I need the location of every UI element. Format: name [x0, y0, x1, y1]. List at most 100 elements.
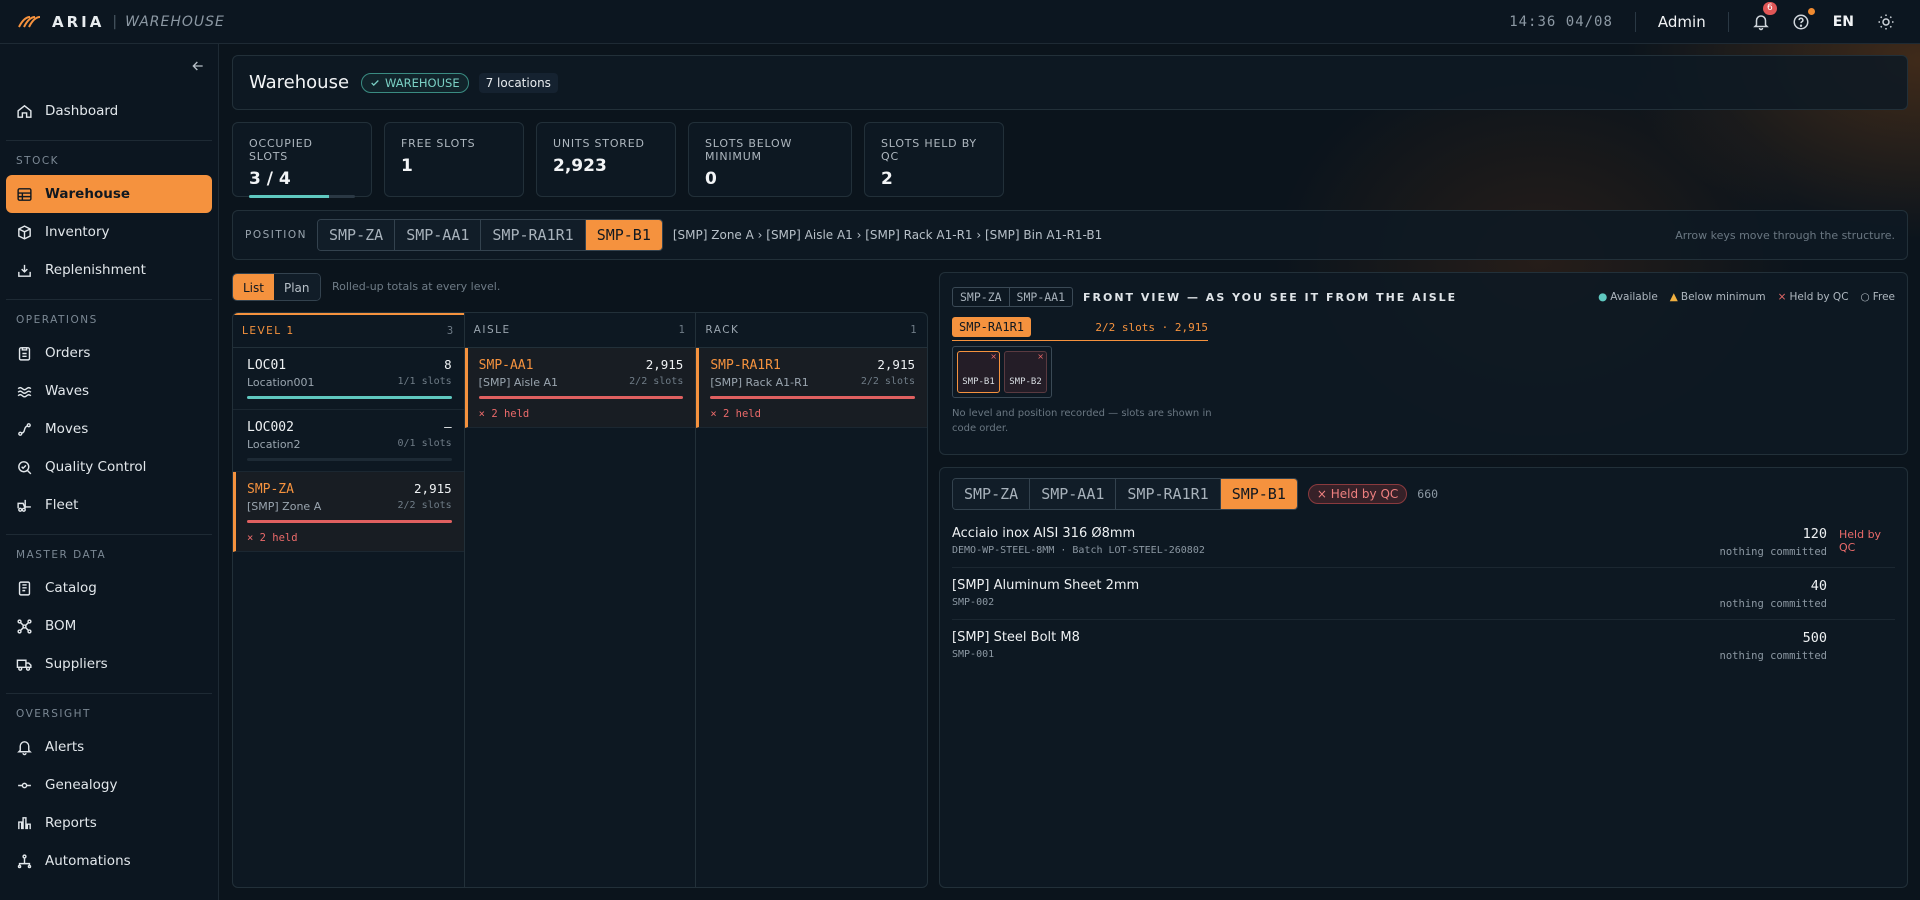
bin-path: SMP-ZA SMP-AA1 SMP-RA1R1 SMP-B1 [952, 478, 1298, 510]
notifications-button[interactable]: 6 [1751, 1, 1777, 32]
stock-item-row[interactable]: [SMP] Steel Bolt M8 SMP-001 500 nothing co… [952, 620, 1895, 672]
legend-held-by-qc: × Held by QC [1778, 291, 1849, 303]
rack-chip[interactable]: SMP-RA1R1 [952, 317, 1032, 337]
help-icon [1793, 14, 1809, 29]
crumb-zone[interactable]: SMP-ZA [953, 288, 1010, 306]
location-name: Location001 [247, 376, 315, 389]
position-label: POSITION [245, 229, 307, 241]
location-slots: 0/1 slots [397, 438, 452, 449]
location-name: [SMP] Aisle A1 [478, 376, 559, 389]
sidebar-item-moves[interactable]: Moves [6, 410, 212, 448]
sidebar-item-reports[interactable]: Reports [6, 804, 212, 842]
location-entry[interactable]: LOC002 — Location2 0/1 slots [233, 410, 464, 472]
nav-section-operations: OPERATIONS [16, 314, 98, 326]
sidebar-item-label: Reports [45, 815, 97, 831]
sidebar-item-catalog[interactable]: Catalog [6, 569, 212, 607]
breadcrumb: [SMP] Zone A › [SMP] Aisle A1 › [SMP] Ra… [672, 228, 1103, 242]
legend-free: ○ Free [1861, 291, 1895, 303]
list-view-button[interactable]: List [233, 274, 274, 300]
item-name: [SMP] Aluminum Sheet 2mm [952, 578, 1140, 593]
language-switcher[interactable]: EN [1833, 14, 1854, 30]
front-view-panel: SMP-ZA SMP-AA1 FRONT VIEW — AS YOU SEE I… [939, 272, 1908, 455]
path-segment-bin[interactable]: SMP-B1 [585, 220, 662, 250]
location-code: LOC01 [247, 358, 287, 373]
kpi-value: 2,923 [553, 156, 607, 176]
kpi-label: SLOTS BELOW MINIMUM [705, 137, 793, 163]
path-segment-rack[interactable]: SMP-RA1R1 [481, 220, 586, 250]
held-by-qc-badge: × Held by QC [1307, 484, 1408, 504]
bin-label: SMP-B1 [962, 377, 995, 387]
item-sku: SMP-002 [952, 597, 995, 608]
location-slots: 2/2 slots [629, 376, 684, 387]
stock-item-row[interactable]: [SMP] Aluminum Sheet 2mm SMP-002 40 nothin… [952, 568, 1895, 620]
kpi-units-stored: UNITS STORED 2,923 [536, 122, 676, 197]
nav-section-oversight: OVERSIGHT [16, 708, 91, 720]
item-status: Held by QC [1839, 528, 1882, 554]
crumb-aisle[interactable]: SMP-AA1 [1010, 288, 1072, 306]
nav-section-master-data: MASTER DATA [16, 549, 107, 561]
item-sku: SMP-001 [952, 649, 995, 660]
column-header: LEVEL 1 3 [233, 313, 464, 348]
occupancy-bar-fill [247, 520, 452, 523]
user-menu[interactable]: Admin [1658, 13, 1706, 31]
path-segment-bin[interactable]: SMP-B1 [1220, 479, 1297, 509]
warehouse-icon [17, 187, 32, 201]
forklift-icon [17, 499, 31, 512]
sidebar-item-warehouse[interactable]: Warehouse [6, 175, 212, 213]
kpi-value: 3 / 4 [249, 169, 291, 189]
sidebar-item-automations[interactable]: Automations [6, 842, 212, 880]
path-segment-aisle[interactable]: SMP-AA1 [1030, 479, 1117, 509]
bin-slot-selected[interactable]: × SMP-B1 [957, 351, 1000, 393]
column-count: 1 [678, 324, 687, 336]
location-name: [SMP] Zone A [247, 500, 322, 513]
sidebar-item-genealogy[interactable]: Genealogy [6, 766, 212, 804]
sidebar-item-inventory[interactable]: Inventory [6, 213, 212, 251]
location-entry-selected[interactable]: SMP-RA1R1 2,915 [SMP] Rack A1-R1 2/2 slots… [696, 348, 927, 428]
sidebar-item-alerts[interactable]: Alerts [6, 728, 212, 766]
page-header: Warehouse WAREHOUSE 7 locations [232, 55, 1908, 110]
route-icon [18, 422, 31, 436]
keyboard-hint: Arrow keys move through the structure. [1675, 228, 1895, 242]
path-segment-rack[interactable]: SMP-RA1R1 [1116, 479, 1221, 509]
collapse-sidebar-icon[interactable] [190, 58, 206, 74]
path-segment-zone[interactable]: SMP-ZA [318, 220, 396, 250]
sidebar-item-dashboard[interactable]: Dashboard [6, 92, 212, 130]
sidebar-item-label: Waves [45, 383, 90, 399]
occupancy-bar-fill [247, 396, 452, 399]
sidebar-item-suppliers[interactable]: Suppliers [6, 645, 212, 683]
sidebar-item-orders[interactable]: Orders [6, 334, 212, 372]
truck-icon [16, 659, 32, 671]
kpi-label: SLOTS HELD BY QC [881, 137, 977, 163]
app-logo[interactable]: ARIA | WAREHOUSE [18, 13, 225, 31]
sidebar-item-quality-control[interactable]: Quality Control [6, 448, 212, 486]
kpi-value: 2 [881, 169, 893, 189]
sidebar-item-label: Genealogy [45, 777, 118, 793]
sidebar-item-waves[interactable]: Waves [6, 372, 212, 410]
column-aisle: AISLE 1 SMP-AA1 2,915 [SMP] Aisle A1 2/2 sl… [464, 313, 697, 887]
location-entry[interactable]: LOC01 8 Location001 1/1 slots [233, 348, 464, 410]
location-entry-selected[interactable]: SMP-AA1 2,915 [SMP] Aisle A1 2/2 slots × 2… [464, 348, 696, 428]
theme-toggle[interactable] [1876, 12, 1896, 32]
sidebar-item-fleet[interactable]: Fleet [6, 486, 212, 524]
sidebar-item-replenishment[interactable]: Replenishment [6, 251, 212, 289]
help-button[interactable] [1791, 7, 1815, 32]
path-segment-zone[interactable]: SMP-ZA [953, 479, 1031, 509]
sidebar-item-label: Orders [45, 345, 91, 361]
bell-icon [17, 740, 32, 755]
plan-view-button[interactable]: Plan [273, 274, 320, 300]
stock-item-row[interactable]: Acciaio inox AISI 316 Ø8mm DEMO-WP-STEEL-… [952, 516, 1895, 568]
nav-section-stock: STOCK [16, 155, 60, 167]
sidebar-item-label: Quality Control [45, 459, 147, 475]
occupancy-bar [247, 458, 452, 461]
occupancy-bar [710, 396, 916, 399]
occupancy-bar [247, 520, 452, 523]
occupancy-bar-fill [710, 396, 916, 399]
link-nodes-icon [18, 782, 31, 788]
location-code: LOC002 [247, 420, 294, 435]
bin-slot[interactable]: × SMP-B2 [1004, 351, 1047, 393]
sidebar-item-bom[interactable]: BOM [6, 607, 212, 645]
rack-info: 2/2 slots · 2,915 [1095, 320, 1208, 334]
location-entry-selected[interactable]: SMP-ZA 2,915 [SMP] Zone A 2/2 slots × 2 he… [233, 472, 464, 552]
path-segment-aisle[interactable]: SMP-AA1 [395, 220, 482, 250]
sidebar-item-label: Warehouse [45, 186, 131, 202]
